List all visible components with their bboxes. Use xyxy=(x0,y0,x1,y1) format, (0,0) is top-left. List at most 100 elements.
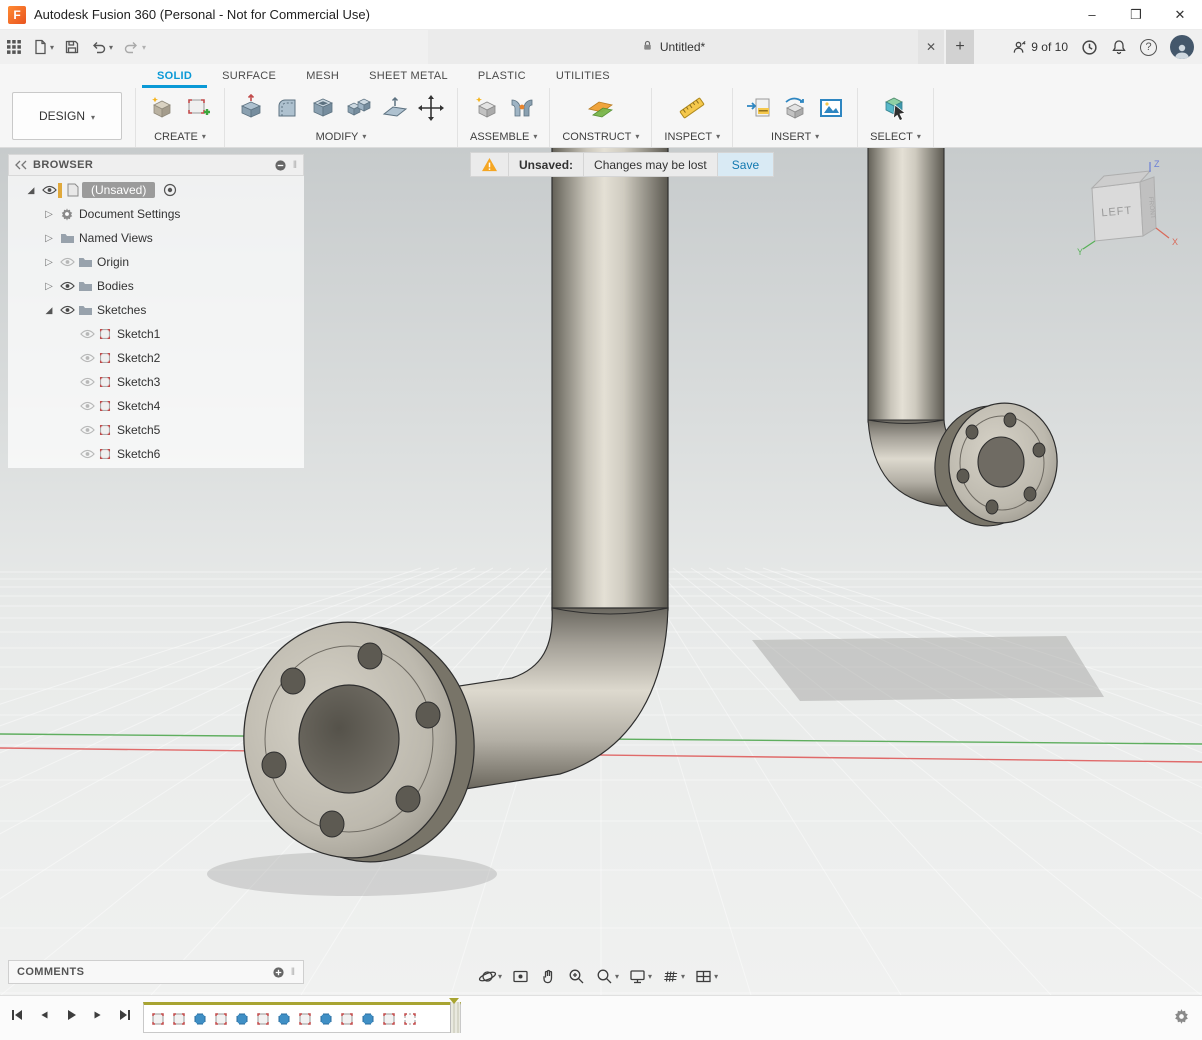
tab-utilities[interactable]: UTILITIES xyxy=(541,64,625,88)
tab-mesh[interactable]: MESH xyxy=(291,64,354,88)
timeline-feature-sketch[interactable] xyxy=(402,1011,418,1027)
eye-off-icon[interactable] xyxy=(78,326,96,342)
select-icon[interactable] xyxy=(882,94,910,127)
shell-icon[interactable] xyxy=(309,94,337,127)
tree-item-sketch2[interactable]: Sketch2 xyxy=(8,346,304,370)
step-back-icon[interactable] xyxy=(35,1006,53,1024)
expand-icon[interactable] xyxy=(40,209,58,220)
expand-icon[interactable] xyxy=(40,281,58,292)
canvas-icon[interactable] xyxy=(817,94,845,127)
pipe-elbow-model-small[interactable] xyxy=(868,148,1065,533)
press-pull-icon[interactable] xyxy=(237,94,265,127)
new-solid-icon[interactable] xyxy=(148,94,176,127)
construct-menu[interactable]: CONSTRUCT xyxy=(562,131,639,143)
timeline-feature-sketch[interactable] xyxy=(276,1011,292,1027)
pan-icon[interactable] xyxy=(539,967,558,986)
tree-item-sketches[interactable]: Sketches xyxy=(8,298,304,322)
timeline-feature-sketch[interactable] xyxy=(192,1011,208,1027)
eye-icon[interactable] xyxy=(58,278,76,294)
view-cube[interactable]: LEFT FRONT Z Y X xyxy=(1076,158,1186,262)
panel-grip[interactable]: ‖ xyxy=(293,160,297,171)
app-grid-icon[interactable] xyxy=(6,39,22,55)
play-icon[interactable] xyxy=(62,1006,80,1024)
fillet-icon[interactable] xyxy=(273,94,301,127)
tree-item-sketch3[interactable]: Sketch3 xyxy=(8,370,304,394)
step-forward-icon[interactable] xyxy=(89,1006,107,1024)
activate-component-icon[interactable] xyxy=(161,182,179,198)
zoom-icon[interactable] xyxy=(595,967,619,986)
timeline-feature-sketch[interactable] xyxy=(297,1011,313,1027)
combine-icon[interactable] xyxy=(345,94,373,127)
move-icon[interactable] xyxy=(417,94,445,127)
timeline-feature-sketch[interactable] xyxy=(318,1011,334,1027)
new-component-icon[interactable] xyxy=(472,94,500,127)
design-workspace-button[interactable]: DESIGN xyxy=(12,92,122,140)
eye-icon[interactable] xyxy=(58,302,76,318)
tab-plastic[interactable]: PLASTIC xyxy=(463,64,541,88)
eye-off-icon[interactable] xyxy=(78,398,96,414)
panel-grip[interactable]: ‖ xyxy=(291,967,295,978)
tab-solid[interactable]: SOLID xyxy=(142,64,207,88)
eye-icon[interactable] xyxy=(40,182,58,198)
eye-off-icon[interactable] xyxy=(78,446,96,462)
construction-plane-icon[interactable] xyxy=(587,94,615,127)
close-button[interactable]: ✕ xyxy=(1158,0,1202,30)
timeline-track[interactable] xyxy=(143,1002,461,1033)
timeline-feature-sketch[interactable] xyxy=(381,1011,397,1027)
expand-icon[interactable] xyxy=(40,233,58,244)
minimize-button[interactable]: – xyxy=(1070,0,1114,30)
tab-surface[interactable]: SURFACE xyxy=(207,64,291,88)
insert-svg-icon[interactable] xyxy=(745,94,773,127)
joint-icon[interactable] xyxy=(508,94,536,127)
tree-root-document[interactable]: (Unsaved) xyxy=(8,178,304,202)
expand-icon[interactable] xyxy=(22,185,40,196)
display-mode-icon[interactable] xyxy=(274,159,287,172)
add-comment-icon[interactable] xyxy=(272,966,285,979)
eye-off-icon[interactable] xyxy=(78,422,96,438)
select-menu[interactable]: SELECT xyxy=(870,131,921,143)
tree-item-named-views[interactable]: Named Views xyxy=(8,226,304,250)
undo-icon[interactable] xyxy=(90,39,113,55)
timeline-feature-sketch[interactable] xyxy=(150,1011,166,1027)
eye-off-icon[interactable] xyxy=(78,374,96,390)
expand-icon[interactable] xyxy=(40,305,58,316)
tree-item-document-settings[interactable]: Document Settings xyxy=(8,202,304,226)
tree-item-sketch6[interactable]: Sketch6 xyxy=(8,442,304,466)
save-button[interactable]: Save xyxy=(718,153,773,176)
modify-menu[interactable]: MODIFY xyxy=(316,131,367,143)
create-sketch-icon[interactable] xyxy=(184,94,212,127)
measure-icon[interactable] xyxy=(678,94,706,127)
job-status[interactable]: 9 of 10 xyxy=(1012,40,1068,55)
close-tab-icon[interactable]: ✕ xyxy=(918,40,944,54)
viewports-icon[interactable] xyxy=(694,967,718,986)
timeline-feature-sketch[interactable] xyxy=(255,1011,271,1027)
comments-panel[interactable]: COMMENTS ‖ xyxy=(8,960,304,984)
look-at-icon[interactable] xyxy=(511,967,530,986)
offset-face-icon[interactable] xyxy=(381,94,409,127)
clock-icon[interactable] xyxy=(1081,39,1098,56)
tree-item-origin[interactable]: Origin xyxy=(8,250,304,274)
redo-icon[interactable] xyxy=(123,39,146,55)
file-menu-icon[interactable] xyxy=(32,39,54,55)
timeline-position-marker[interactable] xyxy=(449,998,459,1004)
insert-derive-icon[interactable] xyxy=(781,94,809,127)
maximize-button[interactable]: ❒ xyxy=(1114,0,1158,30)
timeline-feature-sketch[interactable] xyxy=(339,1011,355,1027)
grid-snaps-icon[interactable] xyxy=(661,967,685,986)
document-tab[interactable]: Untitled* xyxy=(428,30,918,64)
timeline-feature-sketch[interactable] xyxy=(213,1011,229,1027)
orbit-icon[interactable] xyxy=(478,967,502,986)
zoom-window-icon[interactable] xyxy=(567,967,586,986)
viewport-3d[interactable]: Unsaved: Changes may be lost Save BROWSE… xyxy=(0,148,1202,995)
tree-item-sketch1[interactable]: Sketch1 xyxy=(8,322,304,346)
create-menu[interactable]: CREATE xyxy=(154,131,206,143)
skip-to-start-icon[interactable] xyxy=(8,1006,26,1024)
timeline-feature-sketch[interactable] xyxy=(171,1011,187,1027)
help-icon[interactable]: ? xyxy=(1140,39,1157,56)
assemble-menu[interactable]: ASSEMBLE xyxy=(470,131,537,143)
skip-to-end-icon[interactable] xyxy=(116,1006,134,1024)
browser-header[interactable]: BROWSER ‖ xyxy=(8,154,304,176)
timeline-feature-sketch[interactable] xyxy=(234,1011,250,1027)
expand-icon[interactable] xyxy=(40,257,58,268)
avatar[interactable] xyxy=(1170,35,1194,59)
